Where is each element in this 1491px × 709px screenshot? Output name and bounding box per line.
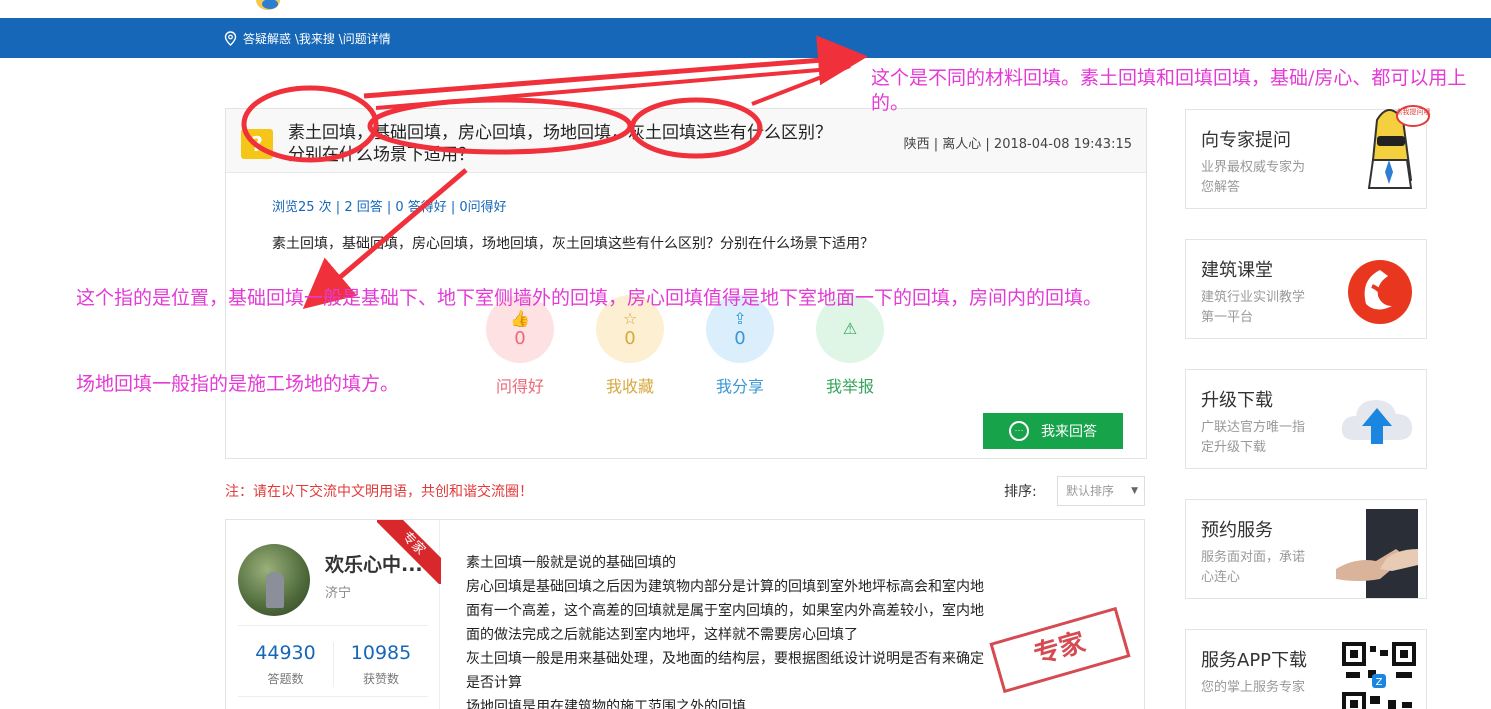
likes-stat: 10985 获赞数 xyxy=(333,642,428,687)
question-meta: 陕西 | 离人心 | 2018-04-08 19:43:15 xyxy=(903,137,1132,152)
answer-panel: 欢乐心中... 济宁 专家 44930 答题数 10985 获赞数 素土回填一般… xyxy=(225,519,1145,709)
answer-text: 素土回填一般就是说的基础回填的 房心回填是基础回填之后因为建筑物内部分是计算的回… xyxy=(466,551,1066,709)
likes-count: 10985 xyxy=(350,642,412,664)
sidebar-card-app-download[interactable]: 服务APP下载 您的掌上服务专家 Z xyxy=(1185,629,1427,709)
sidebar-card-download[interactable]: 升级下载 广联达官方唯一指定升级下载 xyxy=(1185,369,1427,469)
question-header: ? 素土回填，基础回填，房心回填，场地回填，灰土回填这些有什么区别？分别在什么场… xyxy=(226,109,1146,173)
answer-user-card: 欢乐心中... 济宁 专家 44930 答题数 10985 获赞数 xyxy=(228,520,441,709)
svg-text:Z: Z xyxy=(1376,677,1383,688)
answer-button-label: 我来回答 xyxy=(1041,423,1097,439)
divider xyxy=(238,625,428,626)
card-subtitle: 您的掌上服务专家 xyxy=(1201,680,1306,695)
answer-line: 房心回填是基础回填之后因为建筑物内部分是计算的回填到室外地坪标高会和室内地 xyxy=(466,579,984,595)
sidebar-card-appointment[interactable]: 预约服务 服务面对面，承诺心连心 xyxy=(1185,499,1427,599)
chevron-down-icon: ▼ xyxy=(1131,486,1138,496)
question-icon: ? xyxy=(241,129,273,159)
civility-notice: 注：请在以下交流中文明用语，共创和谐交流圈！ xyxy=(225,484,533,500)
user-city: 济宁 xyxy=(325,586,352,601)
annotation-arrow xyxy=(751,64,851,106)
card-title: 预约服务 xyxy=(1201,520,1273,541)
breadcrumb-text[interactable]: 答疑解惑 \我来搜 \问题详情 xyxy=(243,30,391,47)
top-header xyxy=(0,0,1491,18)
qr-code-icon: Z xyxy=(1342,642,1416,709)
answers-stat: 44930 答题数 xyxy=(238,642,333,687)
card-title: 升级下载 xyxy=(1201,390,1273,411)
thumbs-up-icon: 👍 xyxy=(510,308,530,328)
cloud-upload-icon xyxy=(1341,400,1412,444)
expert-ribbon: 专家 xyxy=(377,520,441,584)
card-title: 向专家提问 xyxy=(1201,130,1291,151)
annotation-arrow xyxy=(363,35,868,99)
avatar[interactable] xyxy=(238,544,310,616)
annotation-material: 这个是不同的材料回填。素土回填和回填回填，基础/房心、都可以用上的。 xyxy=(871,67,1467,114)
share-icon: ⇪ xyxy=(733,308,747,328)
handshake-icon xyxy=(1336,509,1418,598)
answer-button[interactable]: ··· 我来回答 xyxy=(983,413,1123,449)
star-icon: ☆ xyxy=(622,308,638,328)
sidebar-card-ask-expert[interactable]: 向专家提问 业界最权威专家为您解答 点我提问哦 xyxy=(1185,105,1431,209)
share-label: 我分享 xyxy=(715,377,764,396)
card-subtitle: 业界最权威专家为您解答 xyxy=(1201,160,1306,195)
favorite-count: 0 xyxy=(624,327,636,349)
annotation-site-fill: 场地回填一般指的是施工场地的填方。 xyxy=(76,373,400,395)
sort-select[interactable]: 默认排序 ▼ xyxy=(1057,476,1145,506)
question-panel: ? 素土回填，基础回填，房心回填，场地回填，灰土回填这些有什么区别？分别在什么场… xyxy=(225,108,1147,459)
likes-label: 获赞数 xyxy=(362,672,399,686)
question-title: 素土回填，基础回填，房心回填，场地回填，灰土回填这些有什么区别？分别在什么场景下… xyxy=(288,123,832,165)
breadcrumb: 答疑解惑 \我来搜 \问题详情 xyxy=(224,30,391,47)
answers-count: 44930 xyxy=(255,642,316,664)
location-pin-icon xyxy=(224,31,237,46)
share-count: 0 xyxy=(734,327,746,349)
answer-line: 场地回填是用在建筑物的施工范围之外的回填 xyxy=(466,699,746,709)
question-body: 素土回填，基础回填，房心回填，场地回填，灰土回填这些有什么区别？分别在什么场景下… xyxy=(272,236,874,252)
classroom-logo-icon xyxy=(1348,260,1412,324)
divider xyxy=(238,696,428,697)
warning-icon: ⚠ xyxy=(842,319,858,338)
report-label: 我举报 xyxy=(825,377,874,396)
sort-label: 排序: xyxy=(1004,484,1037,500)
expert-ribbon-text: 专家 xyxy=(377,520,441,584)
chat-bubble-icon: ··· xyxy=(1009,421,1029,441)
card-title: 建筑课堂 xyxy=(1201,260,1273,281)
answers-label: 答题数 xyxy=(267,672,304,686)
answer-line: 灰土回填一般是用来基础处理，及地面的结构层，要根据图纸设计说明是否有来确定 xyxy=(466,651,984,667)
card-subtitle: 服务面对面，承诺心连心 xyxy=(1201,550,1306,585)
answer-line: 是否计算 xyxy=(466,675,522,691)
annotation-position: 这个指的是位置，基础回填一般是基础下、地下室侧墙外的回填，房心回填值得是地下室地… xyxy=(76,287,1103,309)
answer-line: 面有一个高差，这个高差的回填就是属于室内回填的，如果室内外高差较小，室内地 xyxy=(466,603,984,619)
answer-line: 素土回填一般就是说的基础回填的 xyxy=(466,555,676,571)
sort-value: 默认排序 xyxy=(1066,484,1115,498)
answer-line: 面的做法完成之后就能达到室内地坪，这样就不需要房心回填了 xyxy=(466,627,858,643)
annotation-arrow xyxy=(375,66,843,110)
card-title: 服务APP下载 xyxy=(1201,650,1308,671)
card-subtitle: 广联达官方唯一指定升级下载 xyxy=(1201,420,1306,455)
question-stats[interactable]: 浏览25 次 | 2 回答 | 0 答得好 | 0问得好 xyxy=(272,196,507,215)
site-logo-icon[interactable] xyxy=(252,0,292,16)
like-count: 0 xyxy=(514,327,526,349)
